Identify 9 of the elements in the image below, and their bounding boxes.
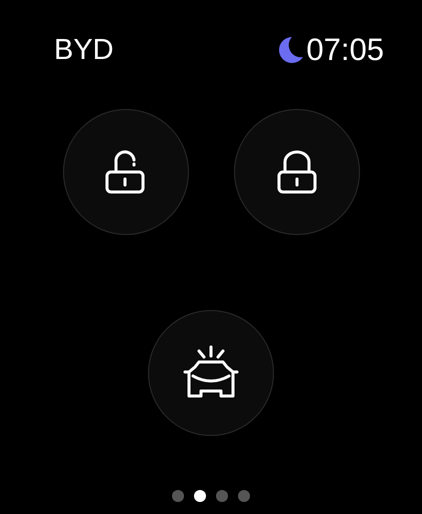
unlocked-padlock-icon (104, 150, 146, 194)
page-dot[interactable] (216, 490, 228, 502)
page-dot[interactable] (238, 490, 250, 502)
app-title: BYD (54, 34, 114, 66)
page-dot[interactable] (172, 490, 184, 502)
page-dot[interactable] (194, 490, 206, 502)
padlock-icon (276, 150, 318, 194)
clock-time: 07:05 (306, 32, 384, 68)
moon-icon (278, 36, 304, 64)
